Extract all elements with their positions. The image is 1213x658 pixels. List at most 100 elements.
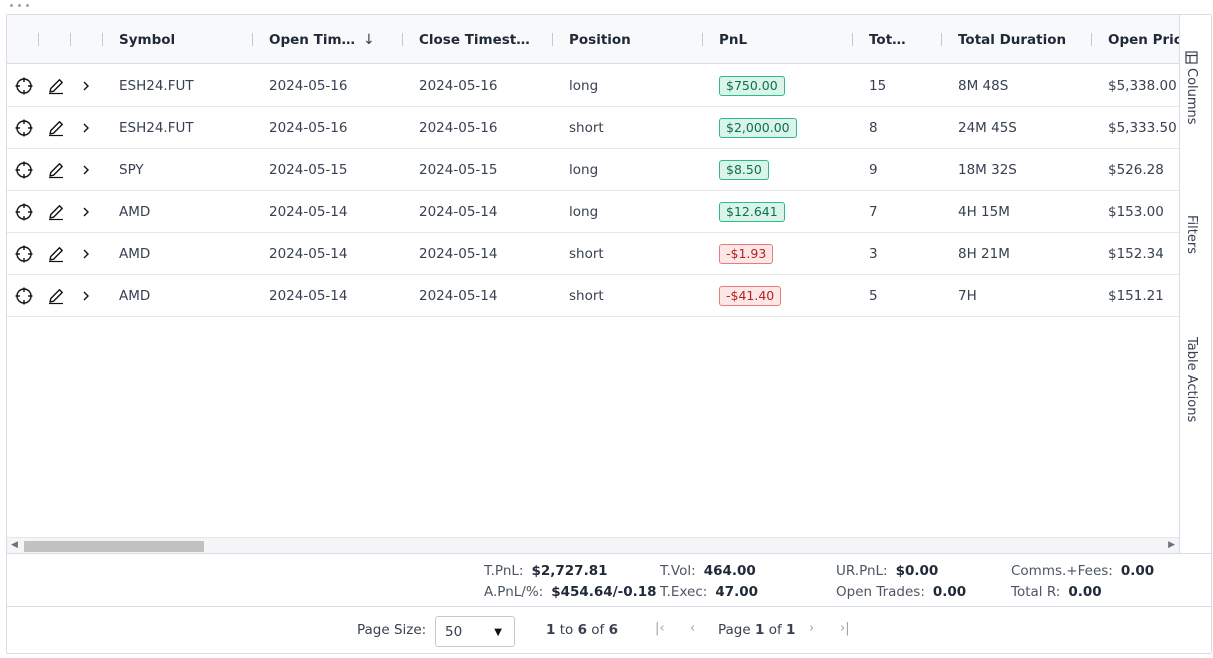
pnl-badge: -$1.93 xyxy=(719,243,774,264)
scroll-left-icon[interactable]: ◀ xyxy=(11,540,18,550)
cell-close-timestamp: 2024-05-14 xyxy=(419,287,498,304)
cell-total: 9 xyxy=(869,161,878,178)
header-open-time[interactable]: Open Tim… ↓ xyxy=(269,15,375,64)
table-row[interactable]: SPY 2024-05-15 2024-05-15 long $8.50 9 1… xyxy=(7,149,1179,191)
column-separator[interactable] xyxy=(38,33,39,46)
cell-total-duration: 7H xyxy=(958,287,977,304)
header-label: Tot… xyxy=(869,31,906,48)
pencil-icon[interactable] xyxy=(46,244,66,264)
table-header: Symbol Open Tim… ↓ Close Timest… Position… xyxy=(7,15,1179,64)
cell-pnl: $8.50 xyxy=(719,149,769,190)
pnl-badge: $8.50 xyxy=(719,159,769,180)
stat-open-trades: Open Trades: 0.00 xyxy=(836,584,967,600)
stat-comms-fees: Comms.+Fees: 0.00 xyxy=(1011,563,1155,579)
page-size-value: 50 xyxy=(445,623,463,640)
cell-close-timestamp: 2024-05-16 xyxy=(419,77,498,94)
chevron-right-icon[interactable] xyxy=(76,76,96,96)
cell-open-price: $152.34 xyxy=(1108,245,1164,262)
cell-total-duration: 8H 21M xyxy=(958,245,1010,262)
arrow-down-icon[interactable]: ↓ xyxy=(363,32,375,48)
column-separator[interactable] xyxy=(941,33,942,46)
chevron-right-icon[interactable] xyxy=(76,286,96,306)
header-label: Open Price xyxy=(1108,31,1179,48)
crosshair-icon[interactable] xyxy=(14,202,34,222)
column-separator[interactable] xyxy=(70,33,71,46)
chevron-right-icon[interactable] xyxy=(76,244,96,264)
caret-down-icon: ▼ xyxy=(494,627,502,638)
chevron-right-icon[interactable] xyxy=(76,160,96,180)
cell-total-duration: 24M 45S xyxy=(958,119,1017,136)
cell-pnl: -$1.93 xyxy=(719,233,774,274)
cell-position: long xyxy=(569,161,599,178)
pencil-icon[interactable] xyxy=(46,118,66,138)
cell-total: 5 xyxy=(869,287,878,304)
header-label: Close Timest… xyxy=(419,31,530,48)
horizontal-scrollbar[interactable]: ◀ ▶ xyxy=(7,537,1179,553)
cell-open-price: $5,338.00 xyxy=(1108,77,1177,94)
tab-table-actions-label: Table Actions xyxy=(1184,337,1199,423)
cell-open-time: 2024-05-14 xyxy=(269,287,348,304)
pencil-icon[interactable] xyxy=(46,160,66,180)
header-close-timestamp[interactable]: Close Timest… xyxy=(419,15,530,64)
header-symbol[interactable]: Symbol xyxy=(119,15,175,64)
tab-filters[interactable]: Filters xyxy=(1184,215,1199,254)
cell-position: short xyxy=(569,245,604,262)
table-row[interactable]: ESH24.FUT 2024-05-16 2024-05-16 long $75… xyxy=(7,65,1179,107)
crosshair-icon[interactable] xyxy=(14,244,34,264)
cell-open-time: 2024-05-15 xyxy=(269,161,348,178)
first-page-icon[interactable]: |‹ xyxy=(655,621,665,636)
column-separator[interactable] xyxy=(852,33,853,46)
crosshair-icon[interactable] xyxy=(14,76,34,96)
header-label: PnL xyxy=(719,31,748,48)
header-pnl[interactable]: PnL xyxy=(719,15,747,64)
cell-open-time: 2024-05-16 xyxy=(269,119,348,136)
scroll-right-icon[interactable]: ▶ xyxy=(1168,540,1175,550)
crosshair-icon[interactable] xyxy=(14,286,34,306)
table-row[interactable]: AMD 2024-05-14 2024-05-14 short -$41.40 … xyxy=(7,275,1179,317)
cell-total-duration: 4H 15M xyxy=(958,203,1010,220)
column-separator[interactable] xyxy=(1091,33,1092,46)
cell-symbol: AMD xyxy=(119,287,151,304)
drag-handle-icon[interactable] xyxy=(10,1,32,9)
last-page-icon[interactable]: ›| xyxy=(840,621,850,636)
stat-unrealized-pnl: UR.PnL: $0.00 xyxy=(836,563,939,579)
cell-symbol: SPY xyxy=(119,161,144,178)
column-separator[interactable] xyxy=(102,33,103,46)
scrollbar-thumb[interactable] xyxy=(24,541,204,552)
pencil-icon[interactable] xyxy=(46,286,66,306)
table-row[interactable]: AMD 2024-05-14 2024-05-14 long $12.641 7… xyxy=(7,191,1179,233)
crosshair-icon[interactable] xyxy=(14,118,34,138)
next-page-icon[interactable]: › xyxy=(809,621,814,636)
crosshair-icon[interactable] xyxy=(14,160,34,180)
page-indicator: Page 1 of 1 xyxy=(718,622,796,638)
cell-open-price: $153.00 xyxy=(1108,203,1164,220)
tab-table-actions[interactable]: Table Actions xyxy=(1184,337,1199,422)
pencil-icon[interactable] xyxy=(46,76,66,96)
header-open-price[interactable]: Open Price xyxy=(1108,15,1179,64)
cell-close-timestamp: 2024-05-14 xyxy=(419,203,498,220)
cell-pnl: $2,000.00 xyxy=(719,107,797,148)
table-row[interactable]: AMD 2024-05-14 2024-05-14 short -$1.93 3… xyxy=(7,233,1179,275)
table-row[interactable]: ESH24.FUT 2024-05-16 2024-05-16 short $2… xyxy=(7,107,1179,149)
header-position[interactable]: Position xyxy=(569,15,631,64)
column-separator[interactable] xyxy=(252,33,253,46)
column-separator[interactable] xyxy=(702,33,703,46)
cell-pnl: $12.641 xyxy=(719,191,785,232)
trades-table: Symbol Open Tim… ↓ Close Timest… Position… xyxy=(6,14,1212,654)
header-total[interactable]: Tot… xyxy=(869,15,906,64)
cell-open-time: 2024-05-14 xyxy=(269,203,348,220)
chevron-right-icon[interactable] xyxy=(76,118,96,138)
chevron-right-icon[interactable] xyxy=(76,202,96,222)
previous-page-icon[interactable]: ‹ xyxy=(690,621,695,636)
summary-stats: T.PnL: $2,727.81 A.PnL/%: $454.64/-0.18 T.… xyxy=(7,553,1211,606)
tab-columns[interactable]: Columns xyxy=(1184,51,1199,125)
column-separator[interactable] xyxy=(402,33,403,46)
column-separator[interactable] xyxy=(552,33,553,46)
page-size-select[interactable]: 50 ▼ xyxy=(435,616,515,647)
stat-avg-pnl: A.PnL/%: $454.64/-0.18 xyxy=(484,584,657,600)
header-total-duration[interactable]: Total Duration xyxy=(958,15,1066,64)
cell-open-price: $5,333.50 xyxy=(1108,119,1177,136)
stat-total-executions: T.Exec: 47.00 xyxy=(660,584,759,600)
cell-open-price: $151.21 xyxy=(1108,287,1164,304)
pencil-icon[interactable] xyxy=(46,202,66,222)
